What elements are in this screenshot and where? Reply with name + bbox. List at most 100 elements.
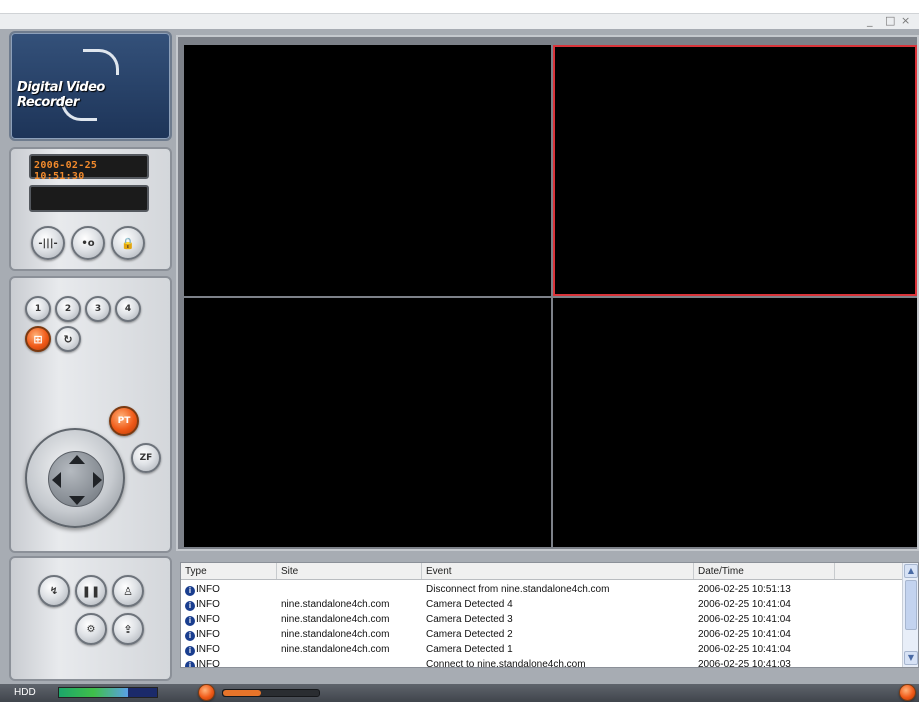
pt-label: PT [117,416,131,426]
event-site [277,583,422,598]
event-text: Camera Detected 4 [426,599,513,610]
event-log-header: Type Site Event Date/Time [181,563,903,580]
camera-4-button[interactable]: 4 [115,296,141,322]
user-button[interactable]: ♙ [112,575,144,607]
ptz-joystick[interactable] [25,428,125,528]
camera-3-button[interactable]: 3 [85,296,111,322]
record-icon: •o [81,237,95,249]
audio-waveform-icon: -|||- [38,237,58,249]
scroll-up-icon[interactable]: ▲ [904,564,918,578]
event-site: nine.standalone4ch.com [281,614,390,625]
event-datetime: 2006-02-25 10:41:04 [698,599,791,610]
event-site: nine.standalone4ch.com [281,599,390,610]
home-icon[interactable] [899,684,916,701]
camera-1-label: 1 [34,304,42,314]
ptz-down-icon[interactable] [69,496,85,505]
title-bar: _ □ × [0,13,919,29]
event-type: i INFO [181,598,277,613]
event-datetime: 2006-02-25 10:51:13 [698,584,791,595]
table-row[interactable]: i INFO nine.standalone4ch.com Camera Dete… [181,598,903,613]
info-icon: i [185,661,195,667]
camera-2-button[interactable]: 2 [55,296,81,322]
camera-view-1[interactable] [184,45,551,296]
volume-slider-fill [223,690,262,696]
event-text: Camera Detected 1 [426,644,513,655]
quad-view-button[interactable]: ⊞ [25,326,51,352]
scroll-thumb[interactable] [905,580,917,630]
volume-slider[interactable] [222,689,320,697]
settings-button[interactable]: ⚙ [75,613,107,645]
zf-label: ZF [139,453,153,463]
event-type: i INFO [181,628,277,643]
event-site: nine.standalone4ch.com [281,644,390,655]
table-row[interactable]: i INFO nine.standalone4ch.com Camera Dete… [181,613,903,628]
pause-button[interactable]: ❚❚ [75,575,107,607]
event-text: Camera Detected 2 [426,629,513,640]
info-icon: i [185,601,195,611]
sequence-icon: ↻ [63,332,73,346]
user-icon: ♙ [123,584,133,598]
backup-button[interactable]: ⇪ [112,613,144,645]
info-icon: i [185,586,195,596]
column-datetime[interactable]: Date/Time [694,563,835,579]
ptz-up-icon[interactable] [69,455,85,464]
column-extra[interactable] [835,563,903,579]
ptz-left-icon[interactable] [52,472,61,488]
event-text: Camera Detected 3 [426,614,513,625]
playback-panel: ↯ ❚❚ ♙ ⚙ ⇪ [9,556,172,681]
zf-button[interactable]: ZF [131,443,161,473]
lock-button[interactable]: 🔒 [111,226,145,260]
camera-view-3[interactable] [184,298,551,547]
table-row[interactable]: i INFO Disconnect from nine.standalone4ch… [181,583,903,598]
status-display [29,185,149,212]
hdd-label: HDD [14,687,36,698]
logo: Digital Video Recorder [9,31,172,141]
camera-view-4[interactable] [553,298,917,547]
table-row[interactable]: i INFO nine.standalone4ch.com Camera Dete… [181,643,903,658]
event-log-scrollbar[interactable]: ▲ ▼ [902,563,918,667]
event-text: Connect to nine.standalone4ch.com [426,659,586,667]
search-button[interactable]: ↯ [38,575,70,607]
sequence-button[interactable]: ↻ [55,326,81,352]
hdd-meter-fill [59,688,128,697]
scroll-down-icon[interactable]: ▼ [904,651,918,665]
event-site: nine.standalone4ch.com [281,629,390,640]
event-datetime: 2006-02-25 10:41:03 [698,659,791,667]
close-button[interactable]: × [901,14,910,27]
camera-panel: 1 2 3 4 ⊞ ↻ PT ZF [9,276,172,553]
video-grid [176,35,919,551]
quad-view-icon: ⊞ [33,332,43,346]
clock-display: 2006-02-25 10:51:30 [29,154,149,182]
column-site[interactable]: Site [277,563,422,579]
search-icon: ↯ [49,585,59,597]
table-row[interactable]: i INFO nine.standalone4ch.com Camera Dete… [181,628,903,643]
event-site [277,658,422,667]
event-datetime: 2006-02-25 10:41:04 [698,614,791,625]
camera-view-2[interactable] [553,45,917,296]
ptz-right-icon[interactable] [93,472,102,488]
camera-3-label: 3 [94,304,102,314]
event-datetime: 2006-02-25 10:41:04 [698,629,791,640]
column-event[interactable]: Event [422,563,694,579]
hdd-meter [58,687,158,698]
event-datetime: 2006-02-25 10:41:04 [698,644,791,655]
lock-icon: 🔒 [121,236,135,250]
event-type: i INFO [181,613,277,628]
camera-1-button[interactable]: 1 [25,296,51,322]
pt-button[interactable]: PT [109,406,139,436]
backup-icon: ⇪ [123,622,133,636]
table-row[interactable]: i INFO Connect to nine.standalone4ch.com … [181,658,903,667]
logo-text: Digital Video Recorder [17,80,105,110]
volume-icon[interactable] [198,684,215,701]
event-type: i INFO [181,583,277,598]
audio-button[interactable]: -|||- [31,226,65,260]
column-type[interactable]: Type [181,563,277,579]
event-type: i INFO [181,643,277,658]
record-button[interactable]: •o [71,226,105,260]
status-panel: 2006-02-25 10:51:30 -|||- •o 🔒 [9,147,172,271]
minimize-button[interactable]: _ [867,14,873,27]
event-type: i INFO [181,658,277,667]
maximize-button[interactable]: □ [885,14,895,27]
info-icon: i [185,616,195,626]
info-icon: i [185,646,195,656]
